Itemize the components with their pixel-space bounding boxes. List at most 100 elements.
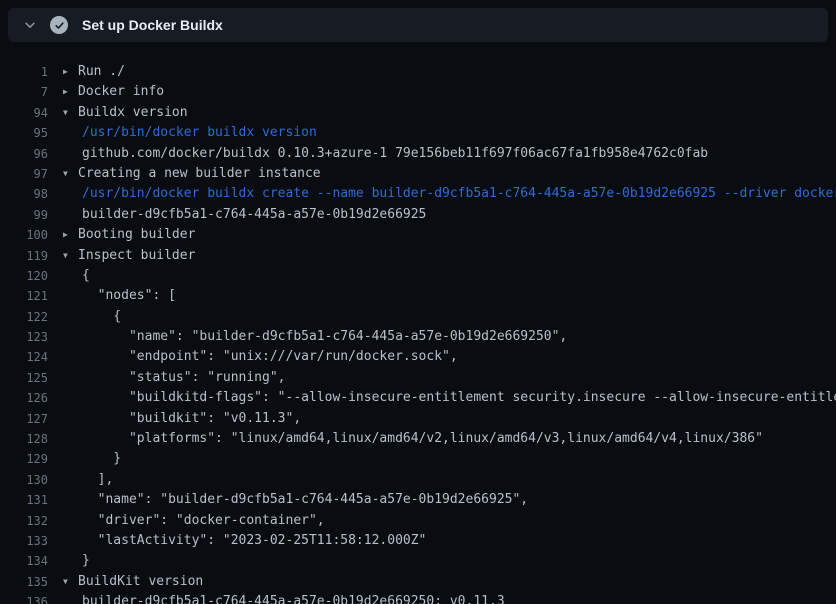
output-text: { (78, 307, 121, 327)
line-number[interactable]: 135 (0, 572, 48, 592)
log-line: 136builder-d9cfb5a1-c764-445a-a57e-0b19d… (0, 592, 836, 604)
line-number[interactable]: 127 (0, 409, 48, 429)
log-line: 131 "name": "builder-d9cfb5a1-c764-445a-… (0, 490, 836, 510)
line-number[interactable]: 131 (0, 490, 48, 510)
output-text: github.com/docker/buildx 0.10.3+azure-1 … (78, 144, 708, 164)
log-viewer: 1▶Run ./7▶Docker info94▼Buildx version95… (0, 42, 836, 604)
line-number[interactable]: 129 (0, 449, 48, 469)
arrow-spacer (48, 531, 78, 551)
output-text: builder-d9cfb5a1-c764-445a-a57e-0b19d2e6… (78, 205, 426, 225)
log-line: 125 "status": "running", (0, 368, 836, 388)
log-line: 127 "buildkit": "v0.11.3", (0, 409, 836, 429)
command-text: /usr/bin/docker buildx create --name bui… (78, 184, 836, 204)
group-collapsed-icon[interactable]: ▶ (48, 225, 78, 245)
step-header[interactable]: Set up Docker Buildx (8, 8, 828, 42)
arrow-spacer (48, 368, 78, 388)
line-number[interactable]: 120 (0, 266, 48, 286)
group-title[interactable]: Inspect builder (78, 246, 195, 266)
output-text: "name": "builder-d9cfb5a1-c764-445a-a57e… (78, 327, 567, 347)
line-number[interactable]: 97 (0, 164, 48, 184)
log-line: 120{ (0, 266, 836, 286)
line-number[interactable]: 121 (0, 286, 48, 306)
log-group-row[interactable]: 94▼Buildx version (0, 103, 836, 123)
line-number[interactable]: 1 (0, 62, 48, 82)
arrow-spacer (48, 123, 78, 143)
log-group-row[interactable]: 135▼BuildKit version (0, 572, 836, 592)
line-number[interactable]: 7 (0, 82, 48, 102)
command-text: /usr/bin/docker buildx version (78, 123, 317, 143)
arrow-spacer (48, 511, 78, 531)
group-title[interactable]: Run ./ (78, 62, 125, 82)
log-group-row[interactable]: 119▼Inspect builder (0, 246, 836, 266)
line-number[interactable]: 128 (0, 429, 48, 449)
line-number[interactable]: 134 (0, 551, 48, 571)
arrow-spacer (48, 266, 78, 286)
log-line: 126 "buildkitd-flags": "--allow-insecure… (0, 388, 836, 408)
log-line: 129 } (0, 449, 836, 469)
log-line: 99 builder-d9cfb5a1-c764-445a-a57e-0b19d2… (0, 205, 836, 225)
line-number[interactable]: 98 (0, 184, 48, 204)
chevron-down-icon (23, 18, 37, 32)
output-text: } (78, 449, 121, 469)
line-number[interactable]: 95 (0, 123, 48, 143)
arrow-spacer (48, 144, 78, 164)
arrow-spacer (48, 388, 78, 408)
line-number[interactable]: 124 (0, 347, 48, 367)
log-line: 134} (0, 551, 836, 571)
log-line: 128 "platforms": "linux/amd64,linux/amd6… (0, 429, 836, 449)
group-expanded-icon[interactable]: ▼ (48, 246, 78, 266)
arrow-spacer (48, 592, 78, 604)
group-title[interactable]: Creating a new builder instance (78, 164, 321, 184)
arrow-spacer (48, 409, 78, 429)
line-number[interactable]: 122 (0, 307, 48, 327)
arrow-spacer (48, 347, 78, 367)
log-group-row[interactable]: 7▶Docker info (0, 82, 836, 102)
line-number[interactable]: 133 (0, 531, 48, 551)
log-line: 96 github.com/docker/buildx 0.10.3+azure-… (0, 144, 836, 164)
line-number[interactable]: 99 (0, 205, 48, 225)
line-number[interactable]: 130 (0, 470, 48, 490)
arrow-spacer (48, 307, 78, 327)
group-expanded-icon[interactable]: ▼ (48, 103, 78, 123)
line-number[interactable]: 96 (0, 144, 48, 164)
arrow-spacer (48, 490, 78, 510)
group-collapsed-icon[interactable]: ▶ (48, 82, 78, 102)
line-number[interactable]: 100 (0, 225, 48, 245)
output-text: "platforms": "linux/amd64,linux/amd64/v2… (78, 429, 763, 449)
output-text: "status": "running", (78, 368, 286, 388)
output-text: "nodes": [ (78, 286, 176, 306)
output-text: "driver": "docker-container", (78, 511, 325, 531)
group-expanded-icon[interactable]: ▼ (48, 572, 78, 592)
group-collapsed-icon[interactable]: ▶ (48, 62, 78, 82)
log-line: 95/usr/bin/docker buildx version (0, 123, 836, 143)
line-number[interactable]: 125 (0, 368, 48, 388)
line-number[interactable]: 119 (0, 246, 48, 266)
group-title[interactable]: BuildKit version (78, 572, 203, 592)
log-line: 130 ], (0, 470, 836, 490)
output-text: } (78, 551, 90, 571)
log-group-row[interactable]: 97▼Creating a new builder instance (0, 164, 836, 184)
group-expanded-icon[interactable]: ▼ (48, 164, 78, 184)
log-line: 123 "name": "builder-d9cfb5a1-c764-445a-… (0, 327, 836, 347)
output-text: "buildkitd-flags": "--allow-insecure-ent… (78, 388, 836, 408)
line-number[interactable]: 126 (0, 388, 48, 408)
log-group-row[interactable]: 100▶Booting builder (0, 225, 836, 245)
chevron-down-icon[interactable] (18, 13, 42, 37)
line-number[interactable]: 94 (0, 103, 48, 123)
arrow-spacer (48, 449, 78, 469)
line-number[interactable]: 123 (0, 327, 48, 347)
arrow-spacer (48, 551, 78, 571)
arrow-spacer (48, 470, 78, 490)
output-text: ], (78, 470, 113, 490)
group-title[interactable]: Docker info (78, 82, 164, 102)
line-number[interactable]: 136 (0, 592, 48, 604)
log-line: 98/usr/bin/docker buildx create --name b… (0, 184, 836, 204)
arrow-spacer (48, 327, 78, 347)
output-text: "name": "builder-d9cfb5a1-c764-445a-a57e… (78, 490, 528, 510)
group-title[interactable]: Buildx version (78, 103, 188, 123)
arrow-spacer (48, 429, 78, 449)
log-line: 132 "driver": "docker-container", (0, 511, 836, 531)
group-title[interactable]: Booting builder (78, 225, 195, 245)
log-group-row[interactable]: 1▶Run ./ (0, 62, 836, 82)
line-number[interactable]: 132 (0, 511, 48, 531)
